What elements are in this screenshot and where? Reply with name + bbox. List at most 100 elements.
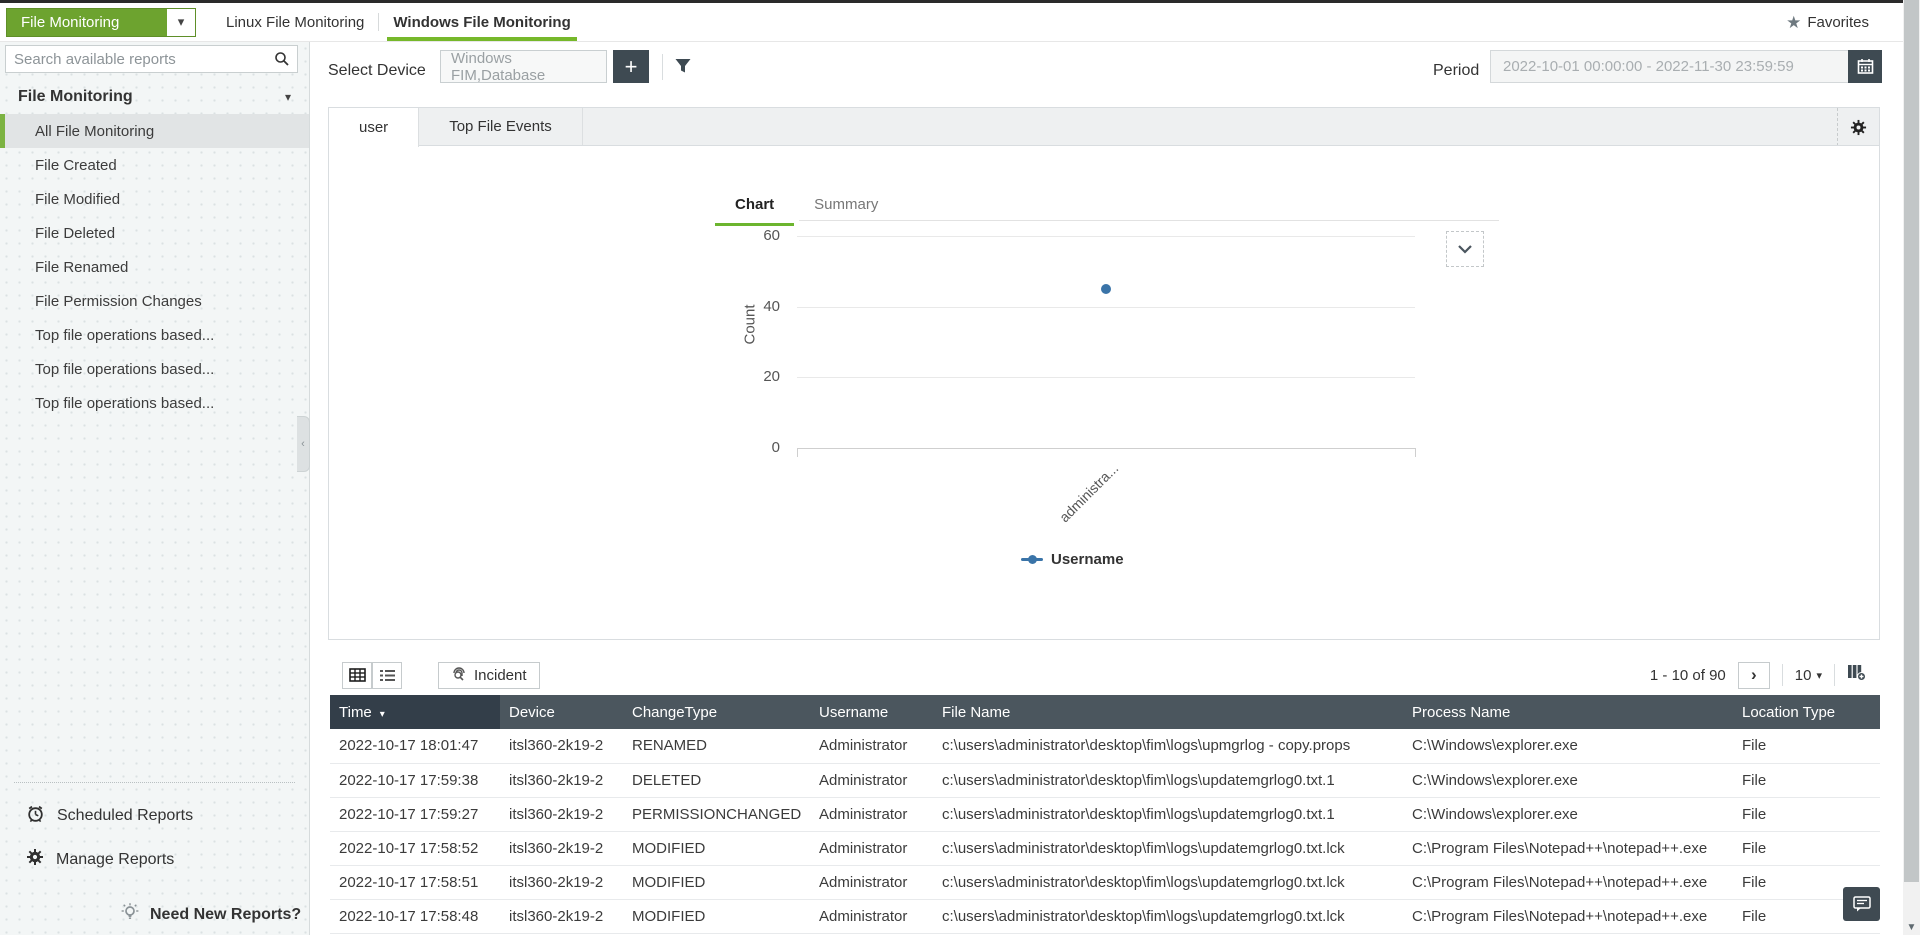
- sidebar-item-file-created[interactable]: File Created: [0, 148, 309, 182]
- table-cell: 2022-10-17 17:59:38: [330, 763, 500, 798]
- period-picker[interactable]: 2022-10-01 00:00:00 - 2022-11-30 23:59:5…: [1490, 50, 1882, 83]
- search-icon[interactable]: [267, 51, 297, 67]
- sidebar-divider: [14, 782, 295, 783]
- calendar-icon[interactable]: [1848, 50, 1882, 83]
- table-row[interactable]: 2022-10-17 17:58:52 itsl360-2k19-2 MODIFIE…: [330, 831, 1880, 866]
- add-column-icon[interactable]: [1847, 664, 1866, 686]
- add-device-button[interactable]: +: [613, 50, 649, 83]
- table-cell: MODIFIED: [623, 831, 810, 866]
- list-view-button[interactable]: [372, 661, 402, 689]
- tab-baseline: [799, 220, 1499, 221]
- gridline: [797, 236, 1415, 237]
- table-cell: c:\users\administrator\desktop\fim\logs\…: [933, 797, 1403, 832]
- table-cell: DELETED: [623, 763, 810, 798]
- table-cell: C:\Program Files\Notepad++\notepad++.exe: [1403, 865, 1733, 900]
- sidebar-item-file-permission-changes[interactable]: File Permission Changes: [0, 284, 309, 318]
- table-cell: itsl360-2k19-2: [500, 865, 623, 900]
- data-point-username[interactable]: [1101, 284, 1111, 294]
- report-settings-button[interactable]: [1837, 108, 1879, 146]
- report-group-dropdown[interactable]: File Monitoring ▾: [6, 7, 196, 37]
- column-header-process-name[interactable]: Process Name: [1403, 695, 1733, 729]
- table-cell: c:\users\administrator\desktop\fim\logs\…: [933, 763, 1403, 798]
- page-size-dropdown[interactable]: 10 ▾: [1795, 667, 1822, 684]
- report-tab-user[interactable]: user: [329, 108, 420, 147]
- table-cell: c:\users\administrator\desktop\fim\logs\…: [933, 865, 1403, 900]
- chart-options-chevron-button[interactable]: [1446, 231, 1484, 267]
- column-header-location-type[interactable]: Location Type: [1733, 695, 1880, 729]
- table-cell: File: [1733, 831, 1880, 866]
- table-cell: itsl360-2k19-2: [500, 899, 623, 934]
- table-cell: 2022-10-17 17:59:27: [330, 797, 500, 832]
- table-row[interactable]: 2022-10-17 17:59:38 itsl360-2k19-2 DELETED…: [330, 763, 1880, 798]
- column-header-time[interactable]: Time ▾: [330, 695, 500, 729]
- table-cell: 2022-10-17 17:58:48: [330, 899, 500, 934]
- table-cell: Administrator: [810, 831, 933, 866]
- grid-view-button[interactable]: [342, 661, 372, 689]
- column-header-file-name[interactable]: File Name: [933, 695, 1403, 729]
- top-bar: File Monitoring ▾ Linux File Monitoring W…: [0, 3, 1903, 42]
- report-tabs: user Top File Events: [328, 107, 1880, 147]
- chart-panel: Chart Summary Count 60 40 20 0 administra... …: [328, 145, 1880, 640]
- table-cell: Administrator: [810, 865, 933, 900]
- device-select-input[interactable]: Windows FIM,Database: [440, 50, 607, 84]
- scheduled-reports-button[interactable]: Scheduled Reports: [0, 794, 309, 838]
- table-cell: File: [1733, 763, 1880, 798]
- y-tick-label: 60: [763, 227, 780, 244]
- scroll-down-arrow[interactable]: ▼: [1903, 922, 1920, 933]
- sidebar-item-top-file-operations-based[interactable]: Top file operations based...: [0, 318, 309, 352]
- light-bulb-icon: [120, 902, 140, 927]
- tab-windows-file-monitoring[interactable]: Windows File Monitoring: [379, 3, 584, 41]
- table-row[interactable]: 2022-10-17 18:01:47 itsl360-2k19-2 RENAMED…: [330, 729, 1880, 764]
- sidebar-item-file-renamed[interactable]: File Renamed: [0, 250, 309, 284]
- star-icon: ★: [1786, 12, 1802, 32]
- table-row[interactable]: 2022-10-17 17:58:51 itsl360-2k19-2 MODIFIE…: [330, 865, 1880, 900]
- table-cell: itsl360-2k19-2: [500, 831, 623, 866]
- period-value[interactable]: 2022-10-01 00:00:00 - 2022-11-30 23:59:5…: [1490, 50, 1848, 83]
- vertical-scrollbar[interactable]: ▼: [1903, 0, 1920, 935]
- divider: [662, 54, 663, 80]
- tab-linux-file-monitoring[interactable]: Linux File Monitoring: [212, 3, 378, 41]
- sidebar-item-file-deleted[interactable]: File Deleted: [0, 216, 309, 250]
- incident-icon: [451, 665, 467, 685]
- sidebar-item-all-file-monitoring[interactable]: All File Monitoring: [0, 114, 309, 148]
- pagination-range: 1 - 10 of 90: [1649, 666, 1726, 684]
- sidebar-item-file-modified[interactable]: File Modified: [0, 182, 309, 216]
- table-row[interactable]: 2022-10-17 17:59:27 itsl360-2k19-2 PERMISS…: [330, 797, 1880, 832]
- next-page-button[interactable]: ›: [1737, 661, 1770, 689]
- column-header-changetype[interactable]: ChangeType: [623, 695, 810, 729]
- divider: [1781, 664, 1783, 686]
- need-new-reports-button[interactable]: Need New Reports?: [120, 902, 301, 927]
- favorites-button[interactable]: ★ Favorites: [1786, 3, 1869, 42]
- manage-reports-button[interactable]: Manage Reports: [0, 838, 309, 881]
- sidebar-item-top-file-operations-based-7[interactable]: Top file operations based...: [0, 352, 309, 386]
- need-new-reports-label: Need New Reports?: [150, 905, 302, 923]
- sidebar-collapse-handle[interactable]: ‹: [297, 416, 310, 472]
- scrollbar-thumb[interactable]: [1904, 0, 1919, 882]
- table-cell: C:\Windows\explorer.exe: [1403, 797, 1733, 832]
- y-tick-label: 20: [763, 368, 780, 386]
- search-input[interactable]: [6, 50, 267, 68]
- legend-label: Username: [1051, 551, 1124, 568]
- chevron-down-icon[interactable]: ▾: [167, 8, 195, 36]
- filter-funnel-icon[interactable]: [674, 57, 692, 80]
- incident-button[interactable]: Incident: [438, 661, 540, 689]
- table-cell: itsl360-2k19-2: [500, 729, 623, 764]
- column-header-username[interactable]: Username: [810, 695, 933, 729]
- main-content: Select Device Windows FIM,Database + Per…: [310, 42, 1903, 935]
- panel-tab-chart[interactable]: Chart: [715, 190, 795, 226]
- table-row[interactable]: 2022-10-17 17:58:48 itsl360-2k19-2 MODIFIE…: [330, 899, 1880, 934]
- table-cell: File: [1733, 797, 1880, 832]
- column-header-device[interactable]: Device: [500, 695, 623, 729]
- sidebar-items: All File Monitoring File Created File Modi…: [0, 114, 309, 420]
- manage-reports-label: Manage Reports: [56, 850, 175, 868]
- chart-legend[interactable]: Username: [1021, 551, 1124, 568]
- sidebar-section-file-monitoring[interactable]: File Monitoring ▾: [0, 84, 309, 110]
- sidebar: File Monitoring ▾ All File MonitoringFil…: [0, 42, 310, 935]
- feedback-chat-button[interactable]: [1843, 887, 1880, 921]
- incident-label: Incident: [474, 666, 527, 684]
- page: File Monitoring ▾ Linux File Monitoring W…: [0, 0, 1920, 935]
- report-group-label: File Monitoring: [7, 8, 167, 36]
- sidebar-item-top-file-operations-based-8[interactable]: Top file operations based...: [0, 386, 309, 420]
- gridline: [797, 448, 1415, 449]
- report-tab-top-file-events[interactable]: Top File Events: [419, 108, 583, 145]
